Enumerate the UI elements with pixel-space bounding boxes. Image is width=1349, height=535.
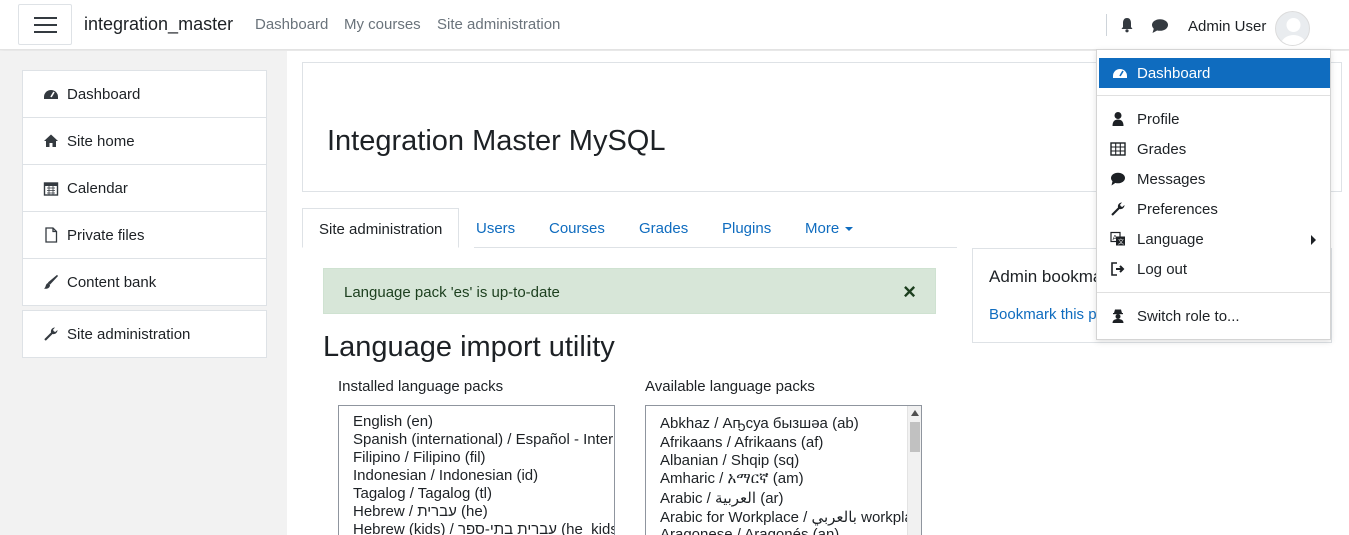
navbar: integration_master Dashboard My courses … <box>0 0 1349 50</box>
language-icon: A文 <box>1110 231 1125 246</box>
close-icon[interactable]: × <box>903 279 916 305</box>
list-item[interactable]: Spanish (international) / Español - Inte… <box>353 431 614 448</box>
page-title: Integration Master MySQL <box>327 125 666 157</box>
tab-more[interactable]: More <box>805 208 854 248</box>
menu-divider <box>1097 292 1330 293</box>
drawer-item-label: Calendar <box>67 180 128 197</box>
tab-courses[interactable]: Courses <box>549 208 605 248</box>
menu-item-profile[interactable]: Profile <box>1097 104 1330 134</box>
chat-icon <box>1111 172 1125 186</box>
list-item[interactable]: Filipino / Filipino (fil) <box>353 449 486 466</box>
list-item[interactable]: Aragonese / Aragonés (an) <box>660 526 839 535</box>
nav-my-courses[interactable]: My courses <box>344 16 421 33</box>
user-menu: Dashboard Profile Grades Messages Prefer… <box>1096 49 1331 340</box>
menu-item-label: Log out <box>1137 261 1188 278</box>
menu-item-label: Dashboard <box>1137 65 1211 82</box>
available-label: Available language packs <box>645 378 815 395</box>
drawer-item-label: Dashboard <box>67 86 141 103</box>
user-name[interactable]: Admin User <box>1188 18 1266 35</box>
svg-text:文: 文 <box>1118 238 1124 246</box>
list-item[interactable]: Arabic / العربية (ar) <box>660 489 784 507</box>
drawer-admin-group: Site administration <box>22 310 267 358</box>
tab-more-label: More <box>805 220 840 237</box>
installed-label: Installed language packs <box>338 378 504 395</box>
drawer-item-label: Site administration <box>67 326 191 343</box>
calendar-icon <box>43 182 59 196</box>
table-icon <box>1110 142 1126 156</box>
menu-item-switch-role[interactable]: Switch role to... <box>1097 301 1330 331</box>
tab-grades[interactable]: Grades <box>639 208 688 248</box>
menu-item-label: Language <box>1137 231 1204 248</box>
admin-tabs: Site administration Users Courses Grades… <box>302 208 962 248</box>
nav-dashboard[interactable]: Dashboard <box>255 16 328 33</box>
menu-item-label: Switch role to... <box>1137 308 1240 325</box>
list-item[interactable]: Hebrew / עברית (he) <box>353 503 488 520</box>
menu-item-logout[interactable]: Log out <box>1097 254 1330 284</box>
list-item[interactable]: Hebrew (kids) / עברית בתי-ספר (he_kids) <box>353 521 614 535</box>
avatar-icon[interactable] <box>1275 11 1310 46</box>
nav-site-administration[interactable]: Site administration <box>437 16 560 33</box>
tabs-underline <box>474 247 957 248</box>
section-heading: Language import utility <box>323 331 615 363</box>
available-packs-select[interactable]: Abkhaz / Аҧсуа бызшәа (ab) Afrikaans / A… <box>645 405 922 535</box>
caret-right-icon <box>1311 235 1316 245</box>
installed-packs-select[interactable]: English (en) Spanish (international) / E… <box>338 405 615 535</box>
tab-site-administration[interactable]: Site administration <box>302 208 460 248</box>
menu-item-grades[interactable]: Grades <box>1097 134 1330 164</box>
dashboard-icon <box>1113 69 1127 78</box>
drawer-item-site-administration[interactable]: Site administration <box>23 311 266 358</box>
list-item[interactable]: Afrikaans / Afrikaans (af) <box>660 434 823 451</box>
success-alert: Language pack 'es' is up-to-date × <box>323 268 936 314</box>
home-icon <box>44 134 58 147</box>
drawer-item-content-bank[interactable]: Content bank <box>23 259 266 306</box>
list-item[interactable]: Abkhaz / Аҧсуа бызшәа (ab) <box>660 415 859 432</box>
file-icon <box>45 227 58 243</box>
menu-item-language[interactable]: A文 Language <box>1097 224 1330 254</box>
drawer-item-dashboard[interactable]: Dashboard <box>23 71 266 118</box>
wrench-icon <box>44 327 58 341</box>
menu-item-label: Profile <box>1137 111 1180 128</box>
drawer-item-label: Site home <box>67 133 135 150</box>
list-item[interactable]: Amharic / አማርኛ (am) <box>660 470 804 487</box>
scrollbar-thumb[interactable] <box>910 422 920 452</box>
brush-icon <box>44 274 59 289</box>
chat-icon[interactable] <box>1151 18 1169 34</box>
tab-users[interactable]: Users <box>476 208 515 248</box>
dashboard-icon <box>44 90 58 99</box>
nav-divider <box>1106 14 1107 36</box>
nav-drawer: Dashboard Site home Calendar Private fil… <box>0 51 287 535</box>
site-brand[interactable]: integration_master <box>84 14 233 35</box>
menu-item-messages[interactable]: Messages <box>1097 164 1330 194</box>
wrench-icon <box>1111 202 1125 216</box>
list-item[interactable]: English (en) <box>353 413 433 430</box>
bell-icon[interactable] <box>1119 17 1135 33</box>
menu-item-dashboard[interactable]: Dashboard <box>1099 58 1330 88</box>
menu-item-label: Messages <box>1137 171 1206 188</box>
list-item[interactable]: Indonesian / Indonesian (id) <box>353 467 538 484</box>
drawer-item-private-files[interactable]: Private files <box>23 212 266 259</box>
menu-icon[interactable] <box>18 4 72 45</box>
alert-text: Language pack 'es' is up-to-date <box>344 284 560 301</box>
logout-icon <box>1111 262 1125 276</box>
scrollbar[interactable] <box>907 406 921 535</box>
scroll-up-icon[interactable] <box>911 410 919 416</box>
svg-text:A: A <box>1113 234 1118 242</box>
user-icon <box>1112 112 1124 126</box>
drawer-main-group: Dashboard Site home Calendar Private fil… <box>22 70 267 306</box>
caret-down-icon <box>845 227 854 232</box>
list-item[interactable]: Arabic for Workplace / بالعربي workplace… <box>660 508 921 526</box>
drawer-item-label: Content bank <box>67 274 157 291</box>
drawer-item-site-home[interactable]: Site home <box>23 118 266 165</box>
tab-plugins[interactable]: Plugins <box>722 208 771 248</box>
drawer-item-label: Private files <box>67 227 145 244</box>
menu-item-preferences[interactable]: Preferences <box>1097 194 1330 224</box>
list-item[interactable]: Albanian / Shqip (sq) <box>660 452 799 469</box>
switch-role-icon <box>1112 309 1124 323</box>
menu-divider <box>1097 95 1330 96</box>
menu-item-label: Preferences <box>1137 201 1218 218</box>
drawer-item-calendar[interactable]: Calendar <box>23 165 266 212</box>
menu-item-label: Grades <box>1137 141 1187 158</box>
list-item[interactable]: Tagalog / Tagalog (tl) <box>353 485 492 502</box>
